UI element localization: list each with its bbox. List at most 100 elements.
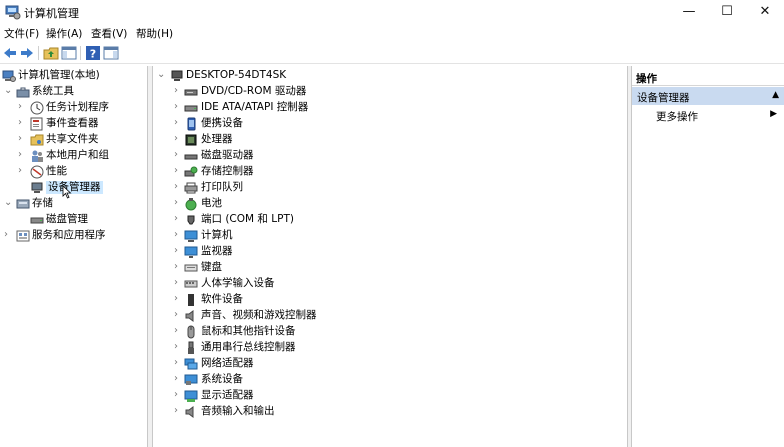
tree-item-services-apps[interactable]: › 服务和应用程序 — [0, 228, 148, 244]
device-category[interactable]: › 鼠标和其他指针设备 — [153, 324, 629, 340]
monitor-icon — [184, 245, 198, 259]
tree-label: 服务和应用程序 — [32, 229, 106, 241]
up-folder-icon[interactable] — [43, 45, 59, 61]
tree-item-storage[interactable]: ⌄ 存储 — [0, 196, 148, 212]
device-category[interactable]: › 存储控制器 — [153, 164, 629, 180]
device-category[interactable]: › 系统设备 — [153, 372, 629, 388]
chevron-right-icon[interactable]: › — [4, 229, 14, 241]
tree-item-device-manager[interactable]: 设备管理器 — [0, 180, 148, 199]
device-label: 软件设备 — [201, 293, 243, 305]
help-icon[interactable]: ? — [85, 45, 101, 61]
chevron-right-icon[interactable]: › — [18, 133, 28, 145]
device-label: 存储控制器 — [201, 165, 254, 177]
device-category[interactable]: › 监视器 — [153, 244, 629, 260]
keyboard-icon — [184, 261, 198, 275]
window-title: 计算机管理 — [24, 7, 79, 20]
chevron-right-icon[interactable]: › — [18, 149, 28, 161]
chevron-down-icon[interactable]: ⌄ — [4, 85, 14, 97]
usb-icon — [184, 341, 198, 355]
chevron-right-icon[interactable]: › — [174, 357, 184, 369]
device-category[interactable]: › 键盘 — [153, 260, 629, 276]
chevron-right-icon[interactable]: › — [174, 117, 184, 129]
device-category[interactable]: › 通用串行总线控制器 — [153, 340, 629, 356]
tree-item-local-users[interactable]: › 本地用户和组 — [0, 148, 148, 164]
tree-item-task-scheduler[interactable]: › 任务计划程序 — [0, 100, 148, 116]
forward-arrow-icon[interactable] — [19, 45, 35, 61]
chevron-right-icon[interactable]: › — [174, 197, 184, 209]
chevron-right-icon[interactable]: › — [174, 309, 184, 321]
more-actions-label: 更多操作 — [656, 111, 698, 123]
chevron-right-icon[interactable]: › — [174, 373, 184, 385]
device-category[interactable]: › 网络适配器 — [153, 356, 629, 372]
chevron-right-icon[interactable]: › — [174, 293, 184, 305]
device-category[interactable]: › DVD/CD-ROM 驱动器 — [153, 84, 629, 100]
event-viewer-icon — [30, 117, 44, 131]
network-adapter-icon — [184, 357, 198, 371]
chevron-right-icon[interactable]: › — [174, 277, 184, 289]
tree-item-event-viewer[interactable]: › 事件查看器 — [0, 116, 148, 132]
device-category[interactable]: › 人体学输入设备 — [153, 276, 629, 292]
actions-pane: 操作 设备管理器 ▲ 更多操作 ▶ — [631, 66, 784, 447]
chevron-right-icon[interactable]: › — [18, 165, 28, 177]
tree-item-performance[interactable]: › 性能 — [0, 164, 148, 180]
chevron-right-icon[interactable]: › — [174, 325, 184, 337]
actions-section-device-manager[interactable]: 设备管理器 ▲ — [632, 87, 784, 105]
device-category[interactable]: › 端口 (COM 和 LPT) — [153, 212, 629, 228]
device-category[interactable]: › IDE ATA/ATAPI 控制器 — [153, 100, 629, 116]
software-device-icon — [184, 293, 198, 307]
computer-icon — [184, 229, 198, 243]
disk-drive-icon — [184, 149, 198, 163]
device-manager-icon — [30, 181, 44, 195]
menu-view[interactable]: 查看(V) — [91, 26, 127, 41]
actions-header: 操作 — [632, 68, 784, 86]
show-hide-action-pane-icon[interactable] — [103, 45, 119, 61]
chevron-right-icon[interactable]: › — [174, 85, 184, 97]
chevron-right-icon[interactable]: › — [174, 245, 184, 257]
menu-action[interactable]: 操作(A) — [46, 26, 82, 41]
chevron-right-icon[interactable]: › — [174, 213, 184, 225]
chevron-right-icon[interactable]: › — [18, 101, 28, 113]
device-category[interactable]: › 软件设备 — [153, 292, 629, 308]
chevron-right-icon[interactable]: › — [174, 101, 184, 113]
device-label: 音频输入和输出 — [201, 405, 275, 417]
more-actions-item[interactable]: 更多操作 ▶ — [632, 107, 784, 125]
menu-file[interactable]: 文件(F) — [4, 26, 39, 41]
chevron-right-icon[interactable]: › — [174, 149, 184, 161]
chevron-right-icon[interactable]: › — [18, 117, 28, 129]
device-label: 监视器 — [201, 245, 233, 257]
chevron-right-icon[interactable]: › — [174, 229, 184, 241]
chevron-right-icon[interactable]: › — [174, 181, 184, 193]
device-category[interactable]: › 音频输入和输出 — [153, 404, 629, 420]
device-category[interactable]: › 计算机 — [153, 228, 629, 244]
chevron-right-icon[interactable]: › — [174, 261, 184, 273]
chevron-down-icon[interactable]: ⌄ — [157, 69, 167, 81]
tree-item-shared-folders[interactable]: › 共享文件夹 — [0, 132, 148, 148]
chevron-right-icon[interactable]: › — [174, 341, 184, 353]
tree-item-root[interactable]: 计算机管理(本地) — [0, 68, 148, 84]
tree-label: 事件查看器 — [46, 117, 99, 129]
collapse-up-icon[interactable]: ▲ — [772, 90, 779, 100]
device-category[interactable]: › 处理器 — [153, 132, 629, 148]
audio-io-icon — [184, 405, 198, 419]
chevron-down-icon[interactable]: ⌄ — [4, 197, 14, 209]
tree-item-disk-management[interactable]: 磁盘管理 — [0, 212, 148, 228]
computer-management-icon — [2, 69, 16, 83]
menu-help[interactable]: 帮助(H) — [136, 26, 173, 41]
close-button[interactable]: ✕ — [742, 0, 784, 24]
tree-item-system-tools[interactable]: ⌄ 系统工具 — [0, 84, 148, 100]
device-category[interactable]: › 声音、视频和游戏控制器 — [153, 308, 629, 324]
chevron-right-icon[interactable]: › — [174, 133, 184, 145]
back-arrow-icon[interactable] — [2, 45, 18, 61]
device-category[interactable]: › 便携设备 — [153, 116, 629, 132]
chevron-right-icon[interactable]: › — [174, 405, 184, 417]
chevron-right-icon[interactable]: › — [174, 165, 184, 177]
device-category[interactable]: › 打印队列 — [153, 180, 629, 196]
device-category[interactable]: › 电池 — [153, 196, 629, 212]
computer-management-icon — [5, 4, 21, 20]
device-category[interactable]: › 显示适配器 — [153, 388, 629, 404]
device-category[interactable]: › 磁盘驱动器 — [153, 148, 629, 164]
device-label: 网络适配器 — [201, 357, 254, 369]
device-root[interactable]: ⌄ DESKTOP-54DT4SK — [153, 68, 629, 84]
chevron-right-icon[interactable]: › — [174, 389, 184, 401]
show-hide-console-tree-icon[interactable] — [61, 45, 77, 61]
